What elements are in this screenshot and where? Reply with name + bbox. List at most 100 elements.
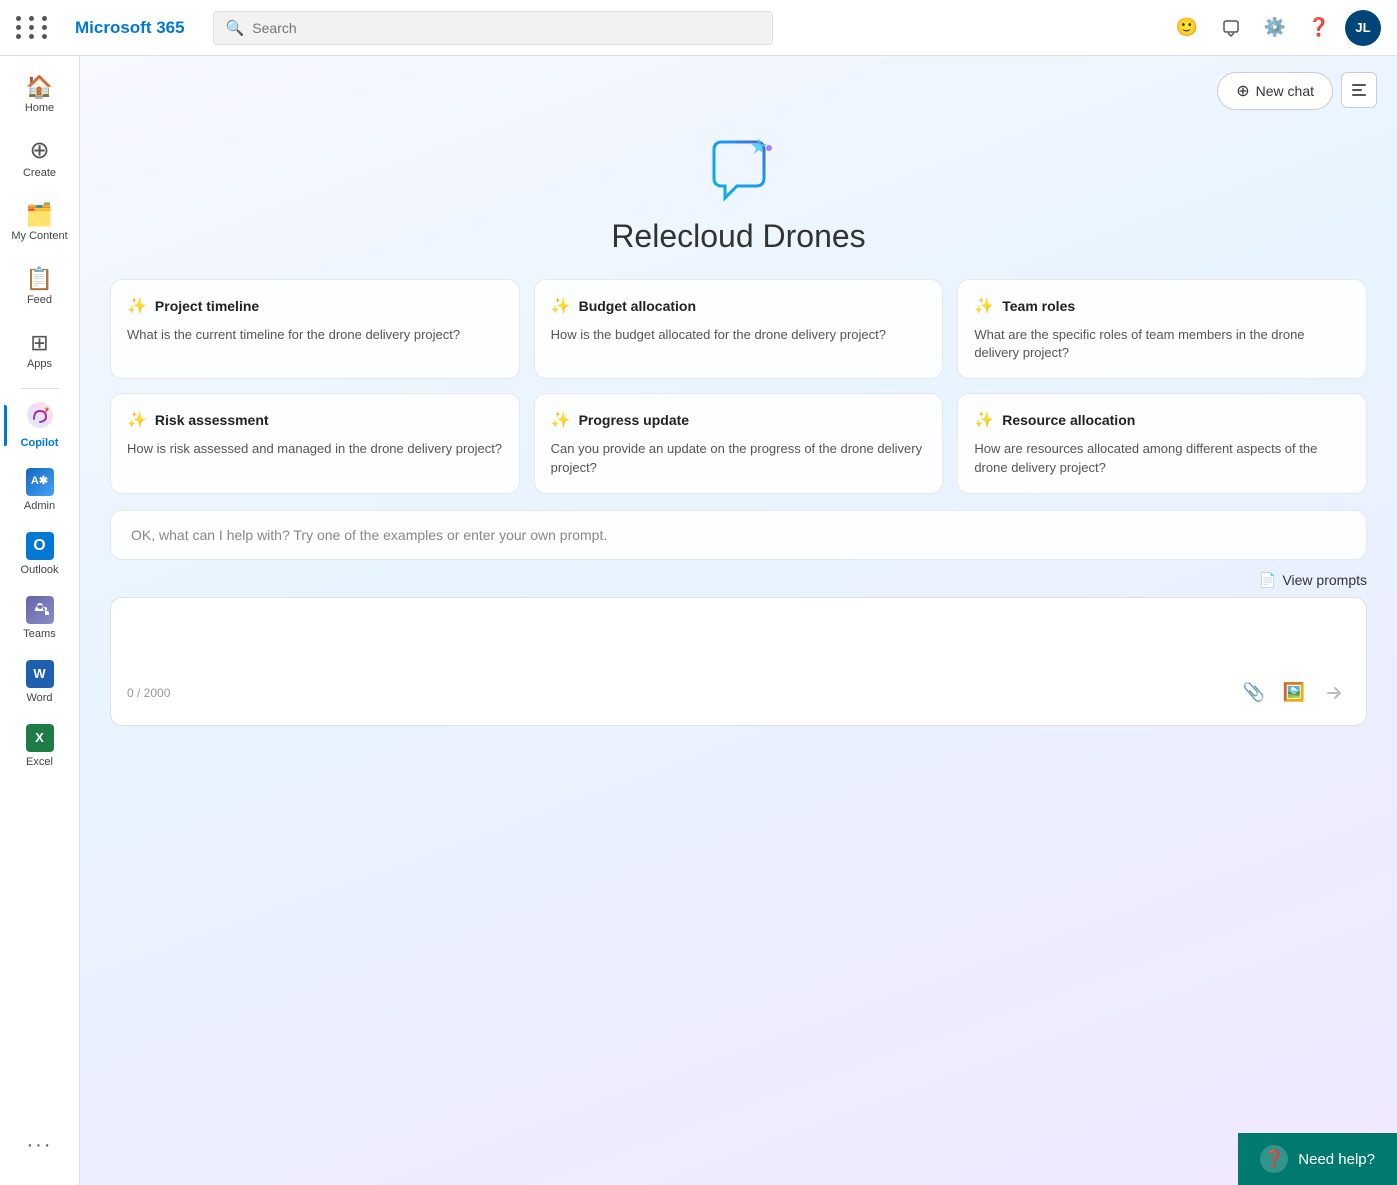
send-button[interactable] [1318,677,1350,709]
feedback-button[interactable] [1213,10,1249,46]
chat-action-buttons: 📎 🖼️ [1238,677,1350,709]
card-body-3: How is risk assessed and managed in the … [127,440,503,458]
sidebar-item-apps[interactable]: ⊞ Apps [4,320,76,384]
wand-icon-1: ✨ [551,296,571,316]
new-chat-button[interactable]: ⊕ New chat [1217,72,1333,110]
card-body-5: How are resources allocated among differ… [974,440,1350,476]
wand-icon-3: ✨ [127,410,147,430]
topbar-actions: 🙂 ⚙️ ❓ JL [1169,10,1381,46]
prompts-icon: 📄 [1259,572,1276,589]
app-title: Microsoft 365 [75,18,185,38]
card-body-0: What is the current timeline for the dro… [127,326,503,344]
card-progress-update[interactable]: ✨ Progress update Can you provide an upd… [534,393,944,493]
sidebar-item-create[interactable]: ⊕ Create [4,128,76,192]
search-icon: 🔍 [226,19,245,37]
card-title-0: Project timeline [155,298,259,314]
word-icon: W [26,660,54,688]
sidebar-item-label-create: Create [23,167,56,180]
sidebar-item-admin[interactable]: A✱ Admin [4,458,76,522]
copilot-icon [26,401,54,433]
apps-icon: ⊞ [30,332,48,354]
card-title-5: Resource allocation [1002,412,1135,428]
create-icon: ⊕ [29,139,49,163]
image-button[interactable]: 🖼️ [1278,677,1310,709]
card-body-1: How is the budget allocated for the dron… [551,326,927,344]
sidebar-item-more[interactable]: ··· [4,1113,76,1177]
sidebar-item-excel[interactable]: X Excel [4,714,76,778]
sidebar-item-label-admin: Admin [24,500,55,513]
copilot-page-title: Relecloud Drones [611,218,865,255]
card-title-4: Progress update [579,412,689,428]
sidebar-item-label-word: Word [26,692,52,705]
need-help-label: Need help? [1298,1151,1375,1168]
sidebar-divider-1 [20,388,60,389]
admin-icon: A✱ [26,468,54,496]
card-body-2: What are the specific roles of team memb… [974,326,1350,362]
card-project-timeline[interactable]: ✨ Project timeline What is the current t… [110,279,520,379]
card-body-4: Can you provide an update on the progres… [551,440,927,476]
sidebar-toggle-button[interactable] [1341,72,1377,108]
chat-counter: 0 / 2000 [127,686,170,700]
settings-button[interactable]: ⚙️ [1257,10,1293,46]
cards-grid: ✨ Project timeline What is the current t… [80,271,1397,510]
topbar: Microsoft 365 🔍 🙂 ⚙️ ❓ JL [0,0,1397,56]
copilot-area: ⊕ New chat [80,56,1397,1185]
prompt-section: OK, what can I help with? Try one of the… [80,510,1397,568]
help-button[interactable]: ❓ [1301,10,1337,46]
sidebar-item-label-copilot: Copilot [21,437,59,450]
sidebar-item-label-outlook: Outlook [21,564,59,577]
home-icon: 🏠 [26,76,53,98]
mycontent-icon: 🗂️ [26,204,53,226]
user-avatar[interactable]: JL [1345,10,1381,46]
sidebar-item-label-mycontent: My Content [11,230,67,243]
card-team-roles[interactable]: ✨ Team roles What are the specific roles… [957,279,1367,379]
chat-input-area: 0 / 2000 📎 🖼️ [110,597,1367,726]
copilot-logo-area: Relecloud Drones [80,110,1397,271]
sidebar-item-mycontent[interactable]: 🗂️ My Content [4,192,76,256]
sidebar-item-home[interactable]: 🏠 Home [4,64,76,128]
sidebar-item-outlook[interactable]: O Outlook [4,522,76,586]
sidebar-item-word[interactable]: W Word [4,650,76,714]
plus-icon: ⊕ [1236,81,1249,101]
main-layout: 🏠 Home ⊕ Create 🗂️ My Content 📋 Feed ⊞ A… [0,56,1397,1185]
sidebar-item-label-excel: Excel [26,756,53,769]
view-prompts-label: View prompts [1282,572,1367,588]
wand-icon-2: ✨ [974,296,994,316]
view-prompts[interactable]: 📄 View prompts [80,568,1397,597]
wand-icon-4: ✨ [551,410,571,430]
sidebar-item-teams[interactable]: Teams [4,586,76,650]
card-title-3: Risk assessment [155,412,269,428]
sidebar-item-label-feed: Feed [27,294,52,307]
need-help-bar[interactable]: ❓ Need help? [1238,1133,1397,1185]
app-grid-icon [16,16,51,39]
copilot-header: ⊕ New chat [80,56,1397,110]
card-risk-assessment[interactable]: ✨ Risk assessment How is risk assessed a… [110,393,520,493]
sidebar-item-label-teams: Teams [23,628,55,641]
wand-icon-5: ✨ [974,410,994,430]
card-title-1: Budget allocation [579,298,696,314]
copilot-logo [699,130,779,210]
prompt-suggestion[interactable]: OK, what can I help with? Try one of the… [110,510,1367,560]
emoji-button[interactable]: 🙂 [1169,10,1205,46]
card-title-2: Team roles [1002,298,1075,314]
card-budget-allocation[interactable]: ✨ Budget allocation How is the budget al… [534,279,944,379]
sidebar-item-copilot[interactable]: Copilot [4,393,76,458]
sidebar: 🏠 Home ⊕ Create 🗂️ My Content 📋 Feed ⊞ A… [0,56,80,1185]
card-header-3: ✨ Risk assessment [127,410,503,430]
chat-input[interactable] [127,614,1350,664]
search-input[interactable] [252,20,759,36]
teams-icon [26,596,54,624]
attach-button[interactable]: 📎 [1238,677,1270,709]
sidebar-item-feed[interactable]: 📋 Feed [4,256,76,320]
card-header-2: ✨ Team roles [974,296,1350,316]
card-resource-allocation[interactable]: ✨ Resource allocation How are resources … [957,393,1367,493]
search-bar[interactable]: 🔍 [213,11,773,45]
need-help-icon: ❓ [1260,1145,1288,1173]
feed-icon: 📋 [26,268,53,290]
outlook-icon: O [26,532,54,560]
sidebar-item-label-apps: Apps [27,358,52,371]
content-area: ⊕ New chat [80,56,1397,1185]
new-chat-label: New chat [1256,83,1314,99]
wand-icon-0: ✨ [127,296,147,316]
more-icon: ··· [27,1135,53,1155]
